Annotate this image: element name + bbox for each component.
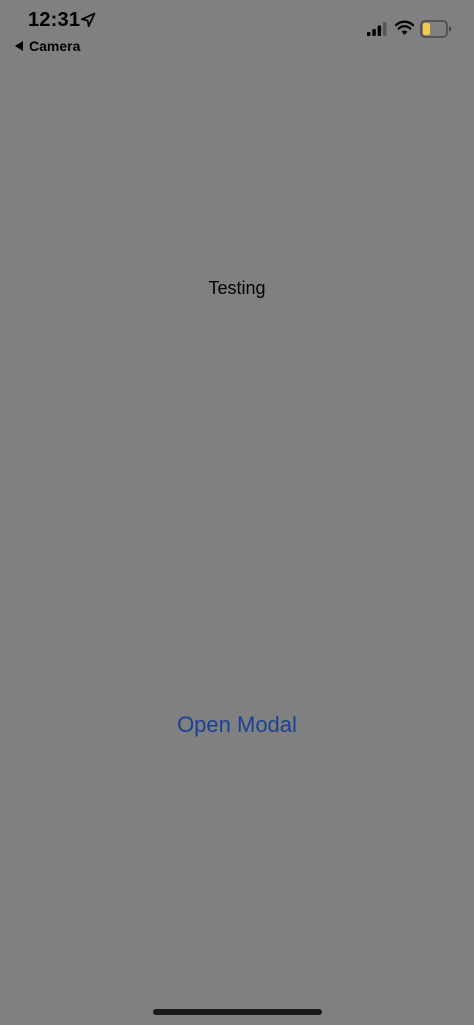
- testing-label: Testing: [208, 278, 266, 298]
- battery-icon: [420, 20, 452, 38]
- cellular-signal-icon: [367, 22, 387, 36]
- back-triangle-icon: [15, 41, 23, 51]
- open-modal-button[interactable]: Open Modal: [137, 708, 337, 742]
- location-arrow-icon: [80, 12, 96, 28]
- back-link-label: Camera: [29, 38, 81, 54]
- status-time: 12:31: [28, 9, 81, 31]
- wifi-icon: [395, 20, 414, 35]
- app-screen: 12:31 Camera Testing Open Modal: [0, 0, 474, 1025]
- status-bar: 12:31 Camera: [0, 0, 474, 60]
- home-indicator[interactable]: [153, 1009, 322, 1015]
- back-to-app-link[interactable]: Camera: [14, 38, 80, 54]
